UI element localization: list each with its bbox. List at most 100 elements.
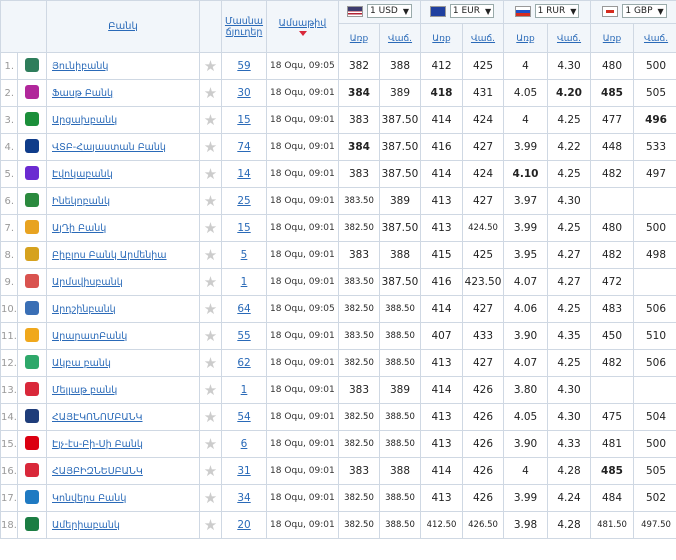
favorite-star-icon[interactable]: ★	[199, 295, 222, 323]
bank-link[interactable]: Էյչ-էս-Բի-Սի Բանկ	[52, 439, 143, 450]
branches-link[interactable]: 74	[237, 141, 250, 153]
bank-name[interactable]: Արցախբանկ	[46, 106, 200, 134]
usd-sell-header[interactable]: Վաճ.	[378, 23, 422, 53]
bank-name[interactable]: Էյչ-էս-Բի-Սի Բանկ	[46, 430, 200, 458]
eur-currency-select[interactable]: 1 EUR ▼	[420, 0, 505, 24]
bank-link[interactable]: ԱրարատԲանկ	[52, 331, 127, 342]
branches-link[interactable]: 55	[237, 330, 250, 342]
bank-link[interactable]: ՀԱՅԲԻԶՆԵՍԲԱՆԿ	[52, 466, 143, 477]
bank-link[interactable]: ՎՏԲ-Հայաստան Բանկ	[52, 142, 166, 153]
bank-name[interactable]: Ինեկոբանկ	[46, 187, 200, 215]
branches-column-header[interactable]: Մասնա ճյուղեր	[221, 0, 267, 53]
branches-link[interactable]: 6	[241, 438, 248, 450]
eur-buy-header[interactable]: Առք	[420, 23, 464, 53]
rur-sell-header[interactable]: Վաճ.	[547, 23, 592, 53]
bank-name[interactable]: ՎՏԲ-Հայաստան Բանկ	[46, 133, 200, 161]
bank-name[interactable]: Ամերիաբանկ	[46, 511, 200, 539]
date-column-header[interactable]: Ամսաթիվ	[266, 0, 339, 53]
branches-link[interactable]: 64	[237, 303, 250, 315]
bank-link[interactable]: Ինեկոբանկ	[52, 196, 110, 207]
bank-name[interactable]: ՀԱՅԲԻԶՆԵՍԲԱՆԿ	[46, 457, 200, 485]
bank-logo[interactable]	[17, 268, 47, 296]
bank-link[interactable]: ՀԱՅԷԿՈՆՈՄԲԱՆԿ	[52, 412, 143, 423]
bank-logo[interactable]	[17, 403, 47, 431]
bank-logo[interactable]	[17, 160, 47, 188]
favorite-star-icon[interactable]: ★	[199, 511, 222, 539]
bank-name[interactable]: Ֆասթ Բանկ	[46, 79, 200, 107]
branches-link[interactable]: 54	[237, 411, 250, 423]
branches-link[interactable]: 25	[237, 195, 250, 207]
bank-logo[interactable]	[17, 322, 47, 350]
bank-name[interactable]: Էվոկաբանկ	[46, 160, 200, 188]
branches-link[interactable]: 31	[237, 465, 250, 477]
favorite-star-icon[interactable]: ★	[199, 214, 222, 242]
bank-logo[interactable]	[17, 133, 47, 161]
branches-count[interactable]: 1	[221, 376, 267, 404]
branches-link[interactable]: 59	[237, 60, 250, 72]
gbp-sell-header[interactable]: Վաճ.	[633, 23, 676, 53]
bank-link[interactable]: Արցախբանկ	[52, 115, 117, 126]
bank-logo[interactable]	[17, 430, 47, 458]
branches-count[interactable]: 14	[221, 160, 267, 188]
favorite-star-icon[interactable]: ★	[199, 160, 222, 188]
branches-count[interactable]: 15	[221, 214, 267, 242]
favorite-star-icon[interactable]: ★	[199, 376, 222, 404]
usd-buy-header[interactable]: Առք	[338, 23, 380, 53]
bank-logo[interactable]	[17, 295, 47, 323]
bank-name[interactable]: ԱրարատԲանկ	[46, 322, 200, 350]
eur-sell-header[interactable]: Վաճ.	[462, 23, 505, 53]
bank-link[interactable]: Արմսվիսբանկ	[52, 277, 123, 288]
favorite-star-icon[interactable]: ★	[199, 322, 222, 350]
bank-logo[interactable]	[17, 484, 47, 512]
branches-link[interactable]: 34	[237, 492, 250, 504]
bank-logo[interactable]	[17, 187, 47, 215]
bank-name[interactable]: Արմսվիսբանկ	[46, 268, 200, 296]
gbp-buy-header[interactable]: Առք	[590, 23, 635, 53]
bank-logo[interactable]	[17, 376, 47, 404]
rur-buy-header[interactable]: Առք	[503, 23, 549, 53]
rur-currency-select[interactable]: 1 RUR ▼	[503, 0, 592, 24]
bank-logo[interactable]	[17, 349, 47, 377]
bank-link[interactable]: Յունիբանկ	[52, 61, 108, 72]
branches-count[interactable]: 64	[221, 295, 267, 323]
branches-link[interactable]: 15	[237, 114, 250, 126]
favorite-star-icon[interactable]: ★	[199, 349, 222, 377]
branches-count[interactable]: 25	[221, 187, 267, 215]
bank-logo[interactable]	[17, 511, 47, 539]
bank-link[interactable]: Մելլաթ բանկ	[52, 385, 117, 396]
favorite-star-icon[interactable]: ★	[199, 241, 222, 269]
branches-link[interactable]: 30	[237, 87, 250, 99]
bank-link[interactable]: Ամերիաբանկ	[52, 520, 120, 531]
favorite-star-icon[interactable]: ★	[199, 52, 222, 80]
bank-name[interactable]: Մելլաթ բանկ	[46, 376, 200, 404]
gbp-currency-select[interactable]: 1 GBP ▼	[590, 0, 676, 24]
usd-currency-select[interactable]: 1 USD ▼	[337, 0, 422, 24]
branches-count[interactable]: 15	[221, 106, 267, 134]
branches-link[interactable]: 15	[237, 222, 250, 234]
branches-count[interactable]: 59	[221, 52, 267, 80]
bank-name[interactable]: Յունիբանկ	[46, 52, 200, 80]
branches-link[interactable]: 62	[237, 357, 250, 369]
bank-name[interactable]: Ակբա բանկ	[46, 349, 200, 377]
branches-count[interactable]: 34	[221, 484, 267, 512]
bank-link[interactable]: Ֆասթ Բանկ	[52, 88, 113, 99]
bank-name[interactable]: ՀԱՅԷԿՈՆՈՄԲԱՆԿ	[46, 403, 200, 431]
bank-name[interactable]: ԱյԴի Բանկ	[46, 214, 200, 242]
favorite-star-icon[interactable]: ★	[199, 268, 222, 296]
bank-logo[interactable]	[17, 52, 47, 80]
favorite-star-icon[interactable]: ★	[199, 106, 222, 134]
bank-link[interactable]: Արդշինբանկ	[52, 304, 116, 315]
bank-logo[interactable]	[17, 457, 47, 485]
branches-link[interactable]: 1	[241, 384, 248, 396]
favorite-star-icon[interactable]: ★	[199, 457, 222, 485]
bank-link[interactable]: ԱյԴի Բանկ	[52, 223, 106, 234]
branches-count[interactable]: 20	[221, 511, 267, 539]
bank-name[interactable]: Արդշինբանկ	[46, 295, 200, 323]
branches-link[interactable]: 14	[237, 168, 250, 180]
favorite-star-icon[interactable]: ★	[199, 430, 222, 458]
branches-count[interactable]: 62	[221, 349, 267, 377]
bank-link[interactable]: Ակբա բանկ	[52, 358, 111, 369]
bank-name[interactable]: Կոնվերս Բանկ	[46, 484, 200, 512]
bank-logo[interactable]	[17, 79, 47, 107]
branches-count[interactable]: 74	[221, 133, 267, 161]
